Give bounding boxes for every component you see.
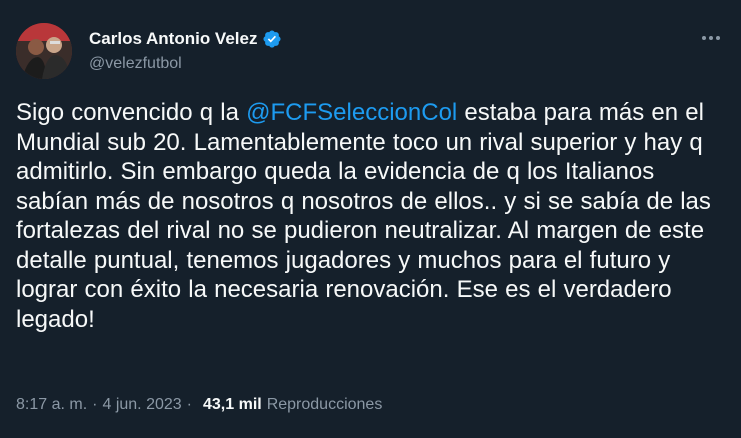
tweet-card: Carlos Antonio Velez @velezfutbol Sigo c… <box>0 0 741 438</box>
tweet-time[interactable]: 8:17 a. m. <box>16 396 87 414</box>
tweet-metadata: 8:17 a. m. · 4 jun. 2023 · 43,1 mil Repr… <box>16 396 382 414</box>
mention-link[interactable]: @FCFSeleccionCol <box>246 99 457 126</box>
author-display-name[interactable]: Carlos Antonio Velez <box>89 29 257 49</box>
tweet-text-start: Sigo convencido q la <box>16 99 247 126</box>
more-options-icon <box>702 36 720 40</box>
author-handle[interactable]: @velezfutbol <box>89 55 182 73</box>
author-name-row[interactable]: Carlos Antonio Velez <box>89 29 282 49</box>
views-count[interactable]: 43,1 mil <box>203 396 262 414</box>
tweet-date[interactable]: 4 jun. 2023 <box>102 396 181 414</box>
avatar[interactable] <box>16 23 72 79</box>
tweet-text: Sigo convencido q la @FCFSeleccionCol es… <box>16 98 731 334</box>
meta-separator: · <box>92 396 98 413</box>
verified-badge-icon <box>262 29 282 49</box>
meta-separator-2: · <box>186 396 192 413</box>
tweet-text-rest: estaba para más en el Mundial sub 20. La… <box>16 99 711 333</box>
views-label[interactable]: Reproducciones <box>267 396 383 414</box>
avatar-image <box>16 23 72 79</box>
more-options-button[interactable] <box>696 28 726 48</box>
